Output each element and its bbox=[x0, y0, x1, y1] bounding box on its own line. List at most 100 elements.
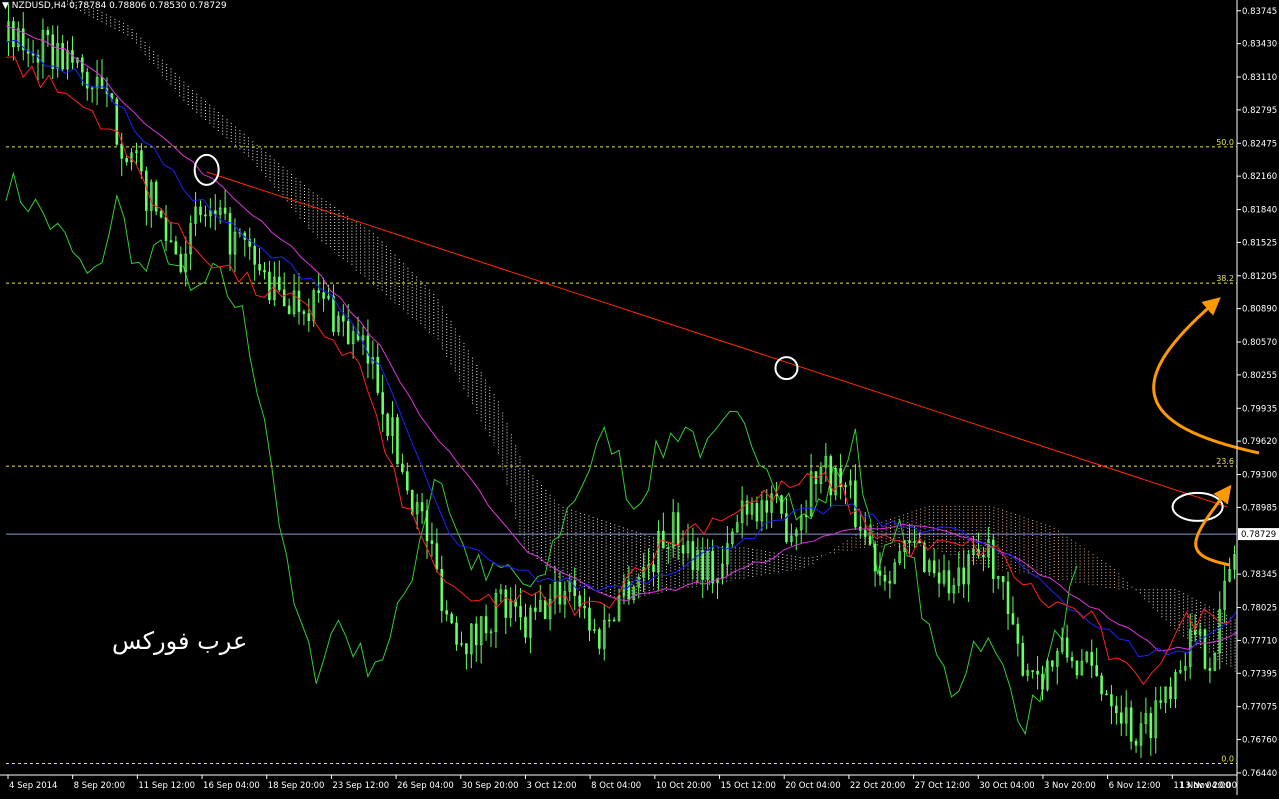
price-tag-label: 0.78729 bbox=[1241, 530, 1276, 540]
dropdown-triangle-icon[interactable]: ▼ bbox=[2, 1, 9, 11]
fib-label: 23.6 bbox=[1216, 457, 1234, 466]
y-tick-label: 0.83110 bbox=[1242, 73, 1277, 83]
candle-body bbox=[12, 21, 15, 48]
fib-label: 0.0 bbox=[1221, 755, 1234, 764]
candle-body bbox=[711, 551, 714, 584]
candle-body bbox=[962, 567, 966, 585]
candle-body bbox=[755, 503, 759, 522]
candle-body bbox=[588, 607, 591, 631]
x-tick-label: 20 Oct 04:00 bbox=[785, 781, 840, 791]
candle-body bbox=[519, 606, 522, 618]
candle-body bbox=[868, 536, 872, 545]
candle-body bbox=[1036, 670, 1039, 675]
candle-body bbox=[435, 543, 439, 570]
candle-body bbox=[164, 216, 168, 241]
candle-body bbox=[179, 253, 183, 273]
candle-body bbox=[115, 98, 119, 145]
candle-body bbox=[854, 480, 857, 528]
ohlc-values: 0.78784 0.78806 0.78530 0.78729 bbox=[69, 1, 227, 11]
candle-body bbox=[263, 269, 266, 273]
candle-body bbox=[322, 292, 325, 299]
y-tick-label: 0.79300 bbox=[1242, 471, 1277, 481]
candle-body bbox=[558, 582, 562, 605]
candle-body bbox=[1075, 660, 1079, 676]
x-tick-label: 8 Sep 20:00 bbox=[74, 781, 125, 791]
candle-body bbox=[908, 540, 911, 543]
candle-body bbox=[174, 241, 178, 255]
candle-body bbox=[504, 589, 508, 618]
x-tick-label: 30 Oct 04:00 bbox=[979, 781, 1034, 791]
candle-body bbox=[465, 643, 468, 655]
candle-body bbox=[332, 295, 335, 332]
x-tick-label: 26 Sep 04:00 bbox=[397, 781, 454, 791]
y-tick-label: 0.80890 bbox=[1242, 305, 1277, 315]
y-tick-label: 0.81525 bbox=[1242, 238, 1277, 248]
y-tick-label: 0.77075 bbox=[1242, 703, 1277, 713]
candle-body bbox=[223, 207, 227, 214]
candle-body bbox=[676, 512, 680, 546]
candle-body bbox=[1031, 670, 1034, 672]
x-tick-label: 22 Oct 20:00 bbox=[850, 781, 905, 791]
candle-body bbox=[1110, 694, 1113, 707]
candle-body bbox=[1105, 693, 1108, 696]
x-tick-label: 23 Sep 12:00 bbox=[332, 781, 389, 791]
candle-body bbox=[169, 240, 173, 242]
y-tick-label: 0.82475 bbox=[1242, 139, 1277, 149]
candle-body bbox=[1006, 581, 1010, 614]
candle-body bbox=[982, 555, 985, 557]
candle-body bbox=[1203, 629, 1207, 669]
candle-body bbox=[1115, 705, 1118, 714]
candle-body bbox=[228, 213, 232, 255]
candle-body bbox=[918, 541, 921, 544]
y-tick-label: 0.78345 bbox=[1242, 570, 1277, 580]
candle-body bbox=[258, 264, 261, 271]
x-tick-label: 30 Sep 20:00 bbox=[462, 781, 519, 791]
candle-body bbox=[302, 311, 306, 314]
candle-body bbox=[120, 143, 124, 159]
fib-label: 38.2 bbox=[1216, 274, 1234, 283]
x-tick-label: 11 Sep 12:00 bbox=[138, 781, 195, 791]
x-tick-label: 3 Nov 20:00 bbox=[1044, 781, 1096, 791]
x-tick-label: 15 Oct 12:00 bbox=[721, 781, 776, 791]
x-tick-label: 27 Oct 12:00 bbox=[915, 781, 970, 791]
candle-body bbox=[81, 57, 84, 73]
candle-body bbox=[425, 510, 429, 542]
x-tick-label: 3 Oct 12:00 bbox=[526, 781, 576, 791]
candle-body bbox=[1149, 713, 1153, 739]
y-tick-label: 0.78985 bbox=[1242, 503, 1277, 513]
candle-body bbox=[204, 214, 207, 217]
candle-body bbox=[947, 570, 951, 594]
candle-body bbox=[662, 530, 665, 549]
candle-body bbox=[199, 206, 202, 216]
y-tick-label: 0.77395 bbox=[1242, 669, 1277, 679]
candle-body bbox=[829, 456, 833, 496]
candle-body bbox=[583, 605, 586, 609]
candle-body bbox=[1119, 712, 1123, 724]
candle-body bbox=[888, 580, 892, 584]
candle-body bbox=[61, 43, 64, 70]
candle-body bbox=[1016, 623, 1020, 644]
candle-body bbox=[765, 500, 769, 513]
candle-body bbox=[578, 595, 581, 607]
watermark-text: عرب فوركس bbox=[112, 627, 248, 655]
chart-header: ▼ NZDUSD,H4 0.78784 0.78806 0.78530 0.78… bbox=[2, 1, 227, 11]
candle-body bbox=[253, 246, 256, 265]
candle-body bbox=[1100, 675, 1103, 695]
x-tick-label: 8 Oct 04:00 bbox=[591, 781, 641, 791]
candle-body bbox=[923, 542, 926, 572]
candle-body bbox=[297, 290, 301, 312]
candle-body bbox=[1065, 637, 1069, 658]
y-tick-label: 0.77710 bbox=[1242, 636, 1277, 646]
candle-body bbox=[1208, 668, 1212, 671]
candle-body bbox=[277, 276, 281, 291]
x-tick-label: 13 Nov 20:00 bbox=[1180, 781, 1237, 791]
candle-body bbox=[534, 607, 537, 612]
y-tick-label: 0.78025 bbox=[1242, 604, 1277, 614]
candle-body bbox=[543, 600, 547, 620]
candle-body bbox=[1095, 665, 1098, 677]
candle-body bbox=[474, 623, 478, 646]
y-tick-label: 0.79620 bbox=[1242, 437, 1277, 447]
candle-body bbox=[1169, 686, 1172, 700]
candle-body bbox=[932, 560, 936, 574]
candle-body bbox=[1051, 660, 1054, 667]
